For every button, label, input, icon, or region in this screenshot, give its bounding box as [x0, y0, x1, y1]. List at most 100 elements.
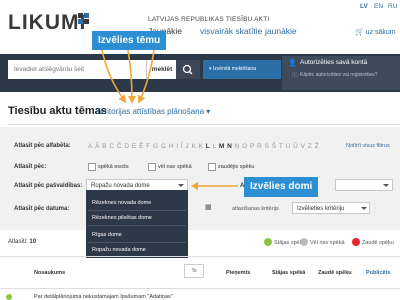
alphabet-letter[interactable]: D	[124, 143, 129, 150]
dropdown-divider	[88, 242, 186, 243]
status-dot	[6, 294, 12, 300]
alphabet-letter[interactable]: L	[206, 143, 210, 150]
nav-newest[interactable]: jaunākie	[265, 26, 297, 36]
dropdown-option[interactable]: Rēzeknes novada dome	[92, 200, 151, 206]
checkbox-in-force[interactable]	[88, 163, 96, 171]
alphabet-label: Atlasīt pēc alfabēta:	[14, 143, 71, 149]
date-criteria-value: Izvēlieties kritēriju	[297, 206, 345, 212]
col-expires[interactable]: Zaudē spēku	[318, 270, 352, 276]
alphabet-letter[interactable]: Ī	[181, 143, 183, 150]
results-count: Atlasīti: 10	[8, 239, 36, 245]
alphabet-letter[interactable]: Ē	[139, 143, 144, 150]
dropdown-option[interactable]: Rēzeknes pilsētas dome	[92, 215, 152, 221]
logo-mark-icon	[78, 13, 90, 25]
results-count-label: Atlasīti:	[8, 239, 28, 245]
chevron-down-icon: ▾	[206, 107, 211, 116]
calendar-icon[interactable]: ▦	[205, 203, 212, 211]
info-icon: ⓘ	[292, 73, 298, 79]
chevron-down-icon	[178, 184, 184, 187]
topic-select[interactable]: Teritorijas attīstības plānošana ▾	[96, 107, 210, 116]
alphabet-letter[interactable]: J	[185, 143, 189, 150]
date-criteria-label: atlasīšanas kritērijs	[232, 206, 279, 212]
alphabet-letter[interactable]: T	[279, 143, 283, 150]
alphabet-letter[interactable]: S	[265, 143, 270, 150]
nav-most-viewed[interactable]: visvairāk skatītie	[200, 26, 262, 36]
divider	[0, 256, 400, 257]
alphabet-letter[interactable]: Ļ	[213, 143, 217, 150]
alphabet-letter[interactable]: G	[153, 143, 158, 150]
extended-search-button[interactable]: ▾ Izvērstā meklēšana	[203, 60, 281, 79]
alphabet-letter[interactable]: O	[242, 143, 247, 150]
extended-search-label: Izvērstā meklēšana	[212, 66, 256, 72]
checkbox-expired-label: zaudējis spēku	[218, 164, 255, 170]
checkbox-expired[interactable]	[208, 163, 216, 171]
alphabet-letter[interactable]: Ģ	[161, 143, 166, 150]
cart-icon: 🛒	[355, 29, 364, 36]
status-label: Atlasīt pēc:	[14, 164, 47, 170]
date-criteria-select[interactable]: Izvēlieties kritēriju	[292, 202, 370, 214]
callout-arrows-icon	[101, 49, 155, 104]
dropdown-divider	[88, 225, 186, 226]
tagline: LATVIJAS REPUBLIKAS TIESĪBU AKTI	[148, 16, 270, 23]
alphabet-letter[interactable]: N	[227, 143, 232, 150]
alphabet-letter[interactable]: Č	[117, 143, 122, 150]
user-icon: 👤	[288, 60, 297, 67]
legend-not-yet: Vēl nav spēkā	[310, 240, 345, 246]
legend-dot-expired	[352, 238, 360, 246]
first-row-title[interactable]: Par detālplānojuma nekustamajam īpašumam…	[34, 294, 173, 300]
home-link-label: uz sākum	[365, 29, 396, 36]
sort-ts-input[interactable]: Ts	[184, 264, 204, 278]
divider	[0, 288, 400, 289]
legend-dot-in-force	[264, 238, 272, 246]
alphabet-letter[interactable]: P	[250, 143, 255, 150]
alphabet-letter[interactable]: E	[132, 143, 137, 150]
alphabet-letters[interactable]: AĀBCČDEĒFGĢHIĪJKĶLĻMNŅOPRSŠTUŪVZŽ	[88, 143, 321, 150]
alphabet-letter[interactable]: Ķ	[199, 143, 204, 150]
col-name[interactable]: Nosaukums	[34, 270, 65, 276]
alphabet-letter[interactable]: A	[88, 143, 93, 150]
legend-expired: Zaudē spēku	[362, 240, 394, 246]
alphabet-letter[interactable]: I	[176, 143, 178, 150]
chevron-down-icon	[361, 207, 367, 210]
authority-label: Atlasīt pēc pašvaldības:	[14, 183, 83, 189]
checkbox-in-force-label: spēkā esošs	[98, 164, 129, 170]
dropdown-option[interactable]: Rīgas dome	[92, 232, 122, 238]
alphabet-letter[interactable]: B	[102, 143, 107, 150]
results-count-value: 10	[29, 239, 37, 245]
alphabet-letter[interactable]: R	[257, 143, 262, 150]
alphabet-letter[interactable]: U	[286, 143, 291, 150]
lang-en[interactable]: EN	[374, 3, 383, 10]
logo[interactable]: LIKUMI	[8, 11, 86, 35]
topic-select-value: Teritorijas attīstības plānošana	[96, 107, 205, 116]
callout-arrow-icon	[191, 182, 238, 190]
chevron-down-icon	[383, 184, 389, 187]
col-in-force[interactable]: Stājas spēkā	[272, 270, 305, 276]
auth-subtitle[interactable]: Kāpēc autorizēties vai reģistrēties?	[300, 72, 378, 78]
home-link[interactable]: 🛒 uz sākum	[355, 28, 396, 36]
alphabet-letter[interactable]: Š	[272, 143, 277, 150]
alphabet-letter[interactable]: M	[219, 143, 225, 150]
page-title: Tiesību aktu tēmas	[8, 105, 107, 117]
checkbox-not-yet[interactable]	[148, 163, 156, 171]
alphabet-letter[interactable]: V	[301, 143, 306, 150]
alphabet-letter[interactable]: Ū	[293, 143, 298, 150]
alphabet-letter[interactable]: Z	[308, 143, 312, 150]
col-adopted[interactable]: Pieņemts	[226, 270, 250, 276]
alphabet-letter[interactable]: H	[169, 143, 174, 150]
alphabet-letter[interactable]: K	[191, 143, 196, 150]
alphabet-letter[interactable]: C	[109, 143, 114, 150]
dropdown-option[interactable]: Ropažu novada dome	[92, 247, 146, 253]
authority-select-value: Ropažu novada dome	[91, 183, 150, 189]
checkbox-not-yet-label: vēl nav spēkā	[158, 164, 192, 170]
alphabet-letter[interactable]: F	[146, 143, 150, 150]
lang-lv[interactable]: LV	[360, 3, 368, 10]
alphabet-letter[interactable]: Ņ	[235, 143, 240, 150]
lang-ru[interactable]: RU	[388, 3, 397, 10]
auth-title[interactable]: Autorizēties savā kontā	[300, 59, 367, 66]
alphabet-letter[interactable]: Ž	[315, 143, 319, 150]
legend-dot-not-yet	[300, 238, 308, 246]
divider	[8, 124, 400, 125]
clear-filters-link[interactable]: Notīrīt visus filtrus	[346, 143, 390, 149]
col-published[interactable]: Publicēts	[366, 270, 390, 276]
alphabet-letter[interactable]: Ā	[95, 143, 100, 150]
